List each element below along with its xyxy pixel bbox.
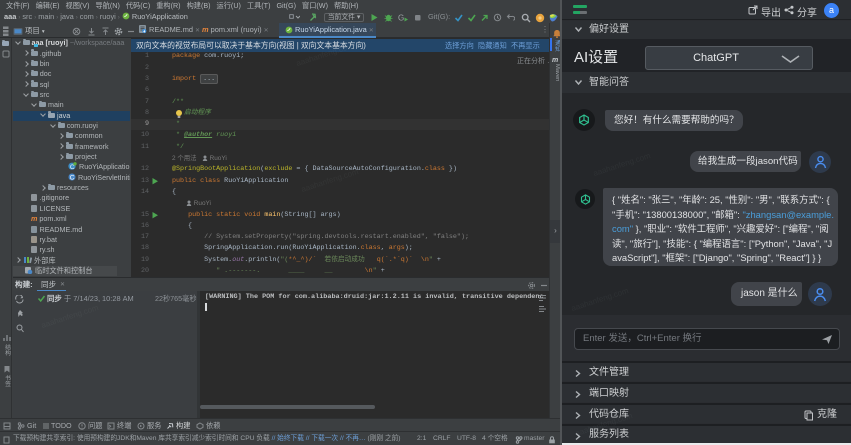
svg-text:G: G [398, 14, 404, 23]
svg-text:C: C [70, 174, 75, 181]
